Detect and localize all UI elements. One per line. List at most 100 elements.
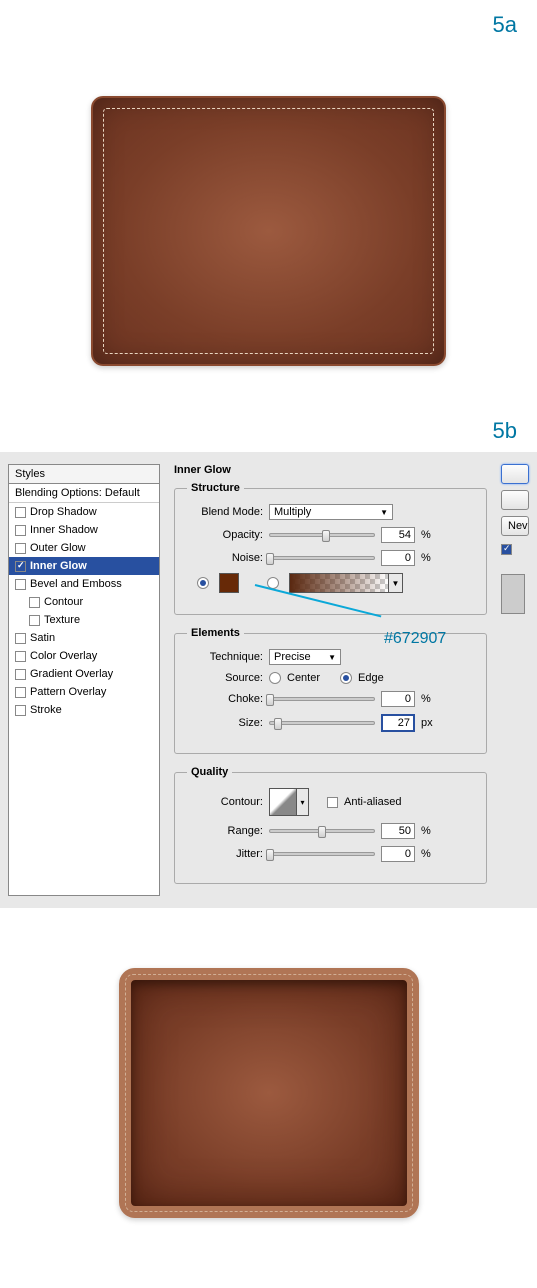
style-item-stroke[interactable]: Stroke xyxy=(9,701,159,719)
jitter-slider[interactable] xyxy=(269,852,375,856)
style-label: Satin xyxy=(30,632,55,644)
blending-options-row[interactable]: Blending Options: Default xyxy=(9,484,159,503)
style-checkbox[interactable] xyxy=(29,597,40,608)
step-label-5b: 5b xyxy=(0,406,537,452)
jitter-unit: % xyxy=(421,848,441,860)
new-style-button[interactable]: Nev xyxy=(501,516,529,536)
preview-section-b xyxy=(0,908,537,1268)
noise-input[interactable]: 0 xyxy=(381,550,415,566)
style-item-bevel-and-emboss[interactable]: Bevel and Emboss xyxy=(9,575,159,593)
size-slider[interactable] xyxy=(269,721,375,725)
style-item-color-overlay[interactable]: Color Overlay xyxy=(9,647,159,665)
layer-style-dialog: Styles Blending Options: Default Drop Sh… xyxy=(0,452,537,908)
style-label: Drop Shadow xyxy=(30,506,97,518)
size-unit: px xyxy=(421,717,441,729)
preview-swatch xyxy=(501,574,525,614)
style-checkbox[interactable] xyxy=(15,633,26,644)
choke-slider[interactable] xyxy=(269,697,375,701)
style-label: Texture xyxy=(44,614,80,626)
panel-title: Inner Glow xyxy=(174,464,487,482)
choke-input[interactable]: 0 xyxy=(381,691,415,707)
style-checkbox[interactable] xyxy=(15,525,26,536)
leather-preview-inset xyxy=(119,968,419,1218)
choke-unit: % xyxy=(421,693,441,705)
gradient-dropdown-arrow[interactable]: ▼ xyxy=(389,573,403,593)
source-edge-radio[interactable] xyxy=(340,672,352,684)
noise-unit: % xyxy=(421,552,441,564)
style-label: Inner Glow xyxy=(30,560,87,572)
style-checkbox[interactable] xyxy=(15,705,26,716)
source-edge-label: Edge xyxy=(358,672,384,684)
choke-label: Choke: xyxy=(187,693,263,705)
style-label: Inner Shadow xyxy=(30,524,98,536)
gradient-preview[interactable] xyxy=(289,573,389,593)
contour-dropdown-arrow[interactable]: ▾ xyxy=(297,788,309,816)
style-item-drop-shadow[interactable]: Drop Shadow xyxy=(9,503,159,521)
style-checkbox[interactable] xyxy=(15,507,26,518)
structure-group: Structure Blend Mode: Multiply Opacity: … xyxy=(174,482,487,615)
style-checkbox[interactable] xyxy=(15,687,26,698)
opacity-label: Opacity: xyxy=(187,529,263,541)
size-label: Size: xyxy=(187,717,263,729)
style-checkbox[interactable] xyxy=(15,651,26,662)
ok-button[interactable] xyxy=(501,464,529,484)
preview-section-a xyxy=(0,46,537,406)
blend-mode-dropdown[interactable]: Multiply xyxy=(269,504,393,520)
elements-group: Elements Technique: Precise Source: Cent… xyxy=(174,627,487,754)
styles-header[interactable]: Styles xyxy=(9,465,159,484)
jitter-input[interactable]: 0 xyxy=(381,846,415,862)
style-label: Contour xyxy=(44,596,83,608)
step-label-5a: 5a xyxy=(0,0,537,46)
style-checkbox[interactable] xyxy=(15,561,26,572)
styles-list-panel: Styles Blending Options: Default Drop Sh… xyxy=(8,464,160,896)
style-label: Color Overlay xyxy=(30,650,97,662)
opacity-input[interactable]: 54 xyxy=(381,527,415,543)
range-label: Range: xyxy=(187,825,263,837)
style-label: Bevel and Emboss xyxy=(30,578,122,590)
contour-label: Contour: xyxy=(187,796,263,808)
technique-dropdown[interactable]: Precise xyxy=(269,649,341,665)
style-item-inner-glow[interactable]: Inner Glow xyxy=(9,557,159,575)
preview-checkbox[interactable] xyxy=(501,544,512,555)
source-center-radio[interactable] xyxy=(269,672,281,684)
antialiased-label: Anti-aliased xyxy=(344,796,401,808)
cancel-button[interactable] xyxy=(501,490,529,510)
style-checkbox[interactable] xyxy=(15,579,26,590)
style-checkbox[interactable] xyxy=(15,669,26,680)
range-slider[interactable] xyxy=(269,829,375,833)
source-label: Source: xyxy=(187,672,263,684)
opacity-slider[interactable] xyxy=(269,533,375,537)
quality-legend: Quality xyxy=(187,766,232,778)
style-label: Pattern Overlay xyxy=(30,686,106,698)
style-label: Gradient Overlay xyxy=(30,668,113,680)
style-label: Stroke xyxy=(30,704,62,716)
style-item-satin[interactable]: Satin xyxy=(9,629,159,647)
elements-legend: Elements xyxy=(187,627,244,639)
jitter-label: Jitter: xyxy=(187,848,263,860)
antialiased-checkbox[interactable] xyxy=(327,797,338,808)
noise-slider[interactable] xyxy=(269,556,375,560)
quality-group: Quality Contour: ▾ Anti-aliased Range: 5… xyxy=(174,766,487,884)
style-label: Outer Glow xyxy=(30,542,86,554)
technique-label: Technique: xyxy=(187,651,263,663)
style-item-gradient-overlay[interactable]: Gradient Overlay xyxy=(9,665,159,683)
leather-preview-stitched xyxy=(91,96,446,366)
settings-panel: Inner Glow Structure Blend Mode: Multipl… xyxy=(174,464,487,896)
color-swatch[interactable] xyxy=(219,573,239,593)
style-item-inner-shadow[interactable]: Inner Shadow xyxy=(9,521,159,539)
contour-picker[interactable] xyxy=(269,788,297,816)
style-item-pattern-overlay[interactable]: Pattern Overlay xyxy=(9,683,159,701)
opacity-unit: % xyxy=(421,529,441,541)
style-item-outer-glow[interactable]: Outer Glow xyxy=(9,539,159,557)
color-radio[interactable] xyxy=(197,577,209,589)
noise-label: Noise: xyxy=(187,552,263,564)
range-input[interactable]: 50 xyxy=(381,823,415,839)
structure-legend: Structure xyxy=(187,482,244,494)
size-input[interactable]: 27 xyxy=(381,714,415,732)
dialog-buttons: Nev xyxy=(501,464,529,896)
source-center-label: Center xyxy=(287,672,320,684)
style-checkbox[interactable] xyxy=(15,543,26,554)
style-item-contour[interactable]: Contour xyxy=(9,593,159,611)
style-item-texture[interactable]: Texture xyxy=(9,611,159,629)
style-checkbox[interactable] xyxy=(29,615,40,626)
